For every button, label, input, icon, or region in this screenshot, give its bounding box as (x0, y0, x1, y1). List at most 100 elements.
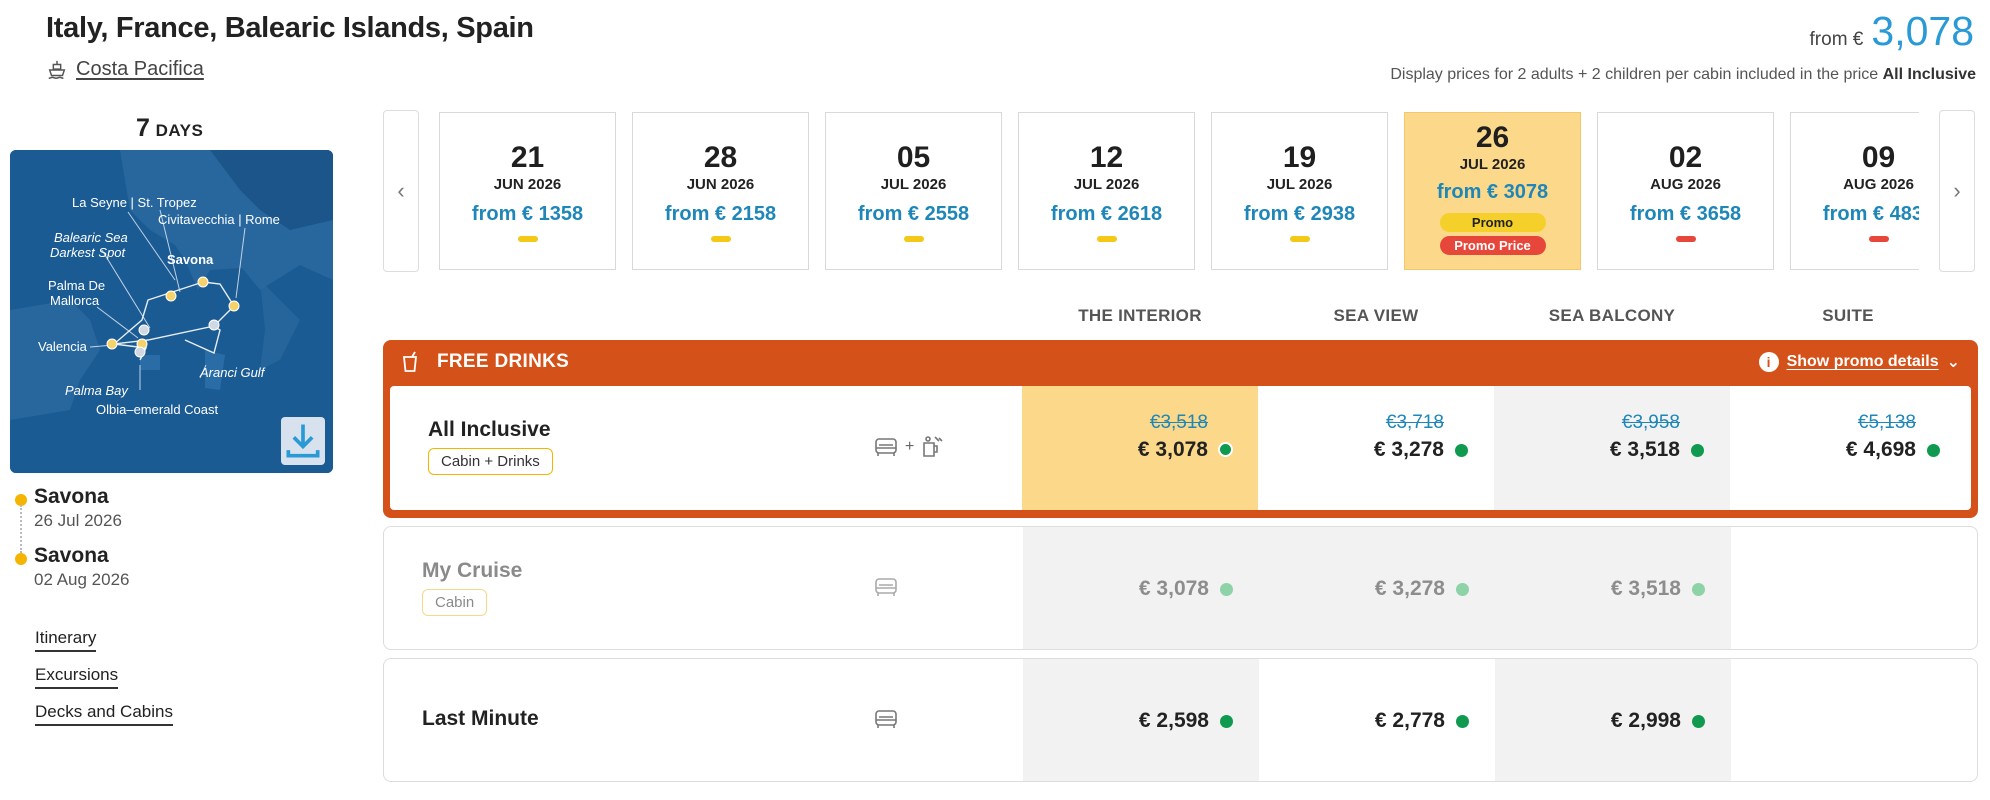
route-connector (20, 505, 22, 553)
availability-bar (1096, 236, 1117, 242)
map-label: Aranci Gulf (199, 365, 266, 380)
arrival-date: 02 Aug 2026 (34, 570, 130, 589)
fare-tag: Cabin (422, 589, 488, 616)
date-month: AUG 2026 (1843, 176, 1914, 193)
plus-sign: + (905, 438, 915, 455)
from-price-label: from € (1809, 29, 1864, 50)
date-day: 05 (896, 141, 931, 174)
from-price: from € 3,078 (1810, 8, 1974, 55)
price-cell-interior[interactable]: € 3,078 (1023, 527, 1259, 649)
map-label: Balearic Sea (54, 230, 128, 245)
fare-inclusions (873, 575, 899, 599)
fare-tag: Cabin + Drinks (428, 448, 553, 475)
column-header-sea-balcony: SEA BALCONY (1548, 306, 1676, 325)
dates-prev-button[interactable]: ‹ (383, 110, 419, 272)
availability-dot-icon (1220, 583, 1233, 596)
fare-row-my-cruise: € 3,078 € 3,278 € 3,518 My Cruise Cabin (383, 526, 1978, 650)
map-label: Civitavecchia | Rome (158, 212, 280, 227)
availability-dot-icon (1927, 444, 1940, 457)
date-price: from € 3658 (1629, 203, 1742, 225)
ship-name[interactable]: Costa Pacifica (76, 58, 204, 81)
date-month: JUN 2026 (493, 176, 562, 193)
page-title: Italy, France, Balearic Islands, Spain (46, 12, 534, 44)
current-price: € 3,078 (1137, 438, 1208, 461)
map-label: Mallorca (50, 293, 100, 308)
date-month: JUN 2026 (686, 176, 755, 193)
availability-dot-icon (1692, 583, 1705, 596)
dates-next-button[interactable]: › (1939, 110, 1975, 272)
availability-dot-icon (1692, 715, 1705, 728)
arrival-port: Savona 02 Aug 2026 (34, 544, 129, 590)
cruise-info-links: Itinerary Excursions Decks and Cabins (35, 628, 173, 739)
map-label: Darkest Spot (50, 245, 127, 260)
date-card-selected[interactable]: 26 JUL 2026 from € 3078 Promo Promo Pric… (1404, 112, 1581, 270)
date-card[interactable]: 05 JUL 2026 from € 2558 (825, 112, 1002, 270)
date-price: from € 3078 (1436, 181, 1549, 203)
old-price: €3,718 (1385, 412, 1444, 433)
date-day: 19 (1282, 141, 1317, 174)
ship-icon (48, 60, 66, 79)
fare-inclusions: + (873, 434, 946, 460)
promo-badge: Promo (1439, 213, 1546, 232)
download-icon (286, 424, 320, 458)
display-prices-note: Display prices for 2 adults + 2 children… (1390, 66, 1976, 84)
price-cell-sea-view[interactable]: € 3,278 (1259, 527, 1495, 649)
date-price: from € 2158 (664, 203, 777, 225)
date-month: JUL 2026 (1459, 156, 1526, 173)
price-cell-interior[interactable]: €3,518 € 3,078 (1022, 386, 1258, 510)
availability-dot-icon (1691, 444, 1704, 457)
date-card[interactable]: 28 JUN 2026 from € 2158 (632, 112, 809, 270)
arrival-port-name: Savona (34, 544, 109, 567)
price-cell-sea-balcony[interactable]: €3,958 € 3,518 (1494, 386, 1730, 510)
old-price: €3,958 (1621, 412, 1680, 433)
price-cell-suite[interactable]: €5,138 € 4,698 (1730, 386, 1966, 510)
date-card[interactable]: 09 AUG 2026 from € 4838 (1790, 112, 1919, 270)
date-card[interactable]: 12 JUL 2026 from € 2618 (1018, 112, 1195, 270)
date-price: from € 2618 (1050, 203, 1163, 225)
display-note-fare: All Inclusive (1882, 66, 1976, 83)
current-price: € 3,078 (1138, 577, 1209, 600)
availability-bar (517, 236, 538, 242)
price-cell-sea-view[interactable]: € 2,778 (1259, 659, 1495, 781)
fare-row-all-inclusive: €3,518 € 3,078 €3,718 € 3,278 €3,958 € 3… (390, 386, 1971, 510)
fare-row-last-minute: € 2,598 € 2,778 € 2,998 Last Minute (383, 658, 1978, 782)
promo-header: FREE DRINKS (383, 340, 1978, 384)
fare-name: Last Minute (422, 707, 539, 730)
date-month: JUL 2026 (1073, 176, 1140, 193)
availability-dot-icon (1220, 715, 1233, 728)
date-card[interactable]: 19 JUL 2026 from € 2938 (1211, 112, 1388, 270)
ship-link[interactable]: Costa Pacifica (46, 58, 204, 81)
cruise-duration: 7 DAYS (136, 114, 203, 143)
availability-dot-icon (1218, 442, 1233, 457)
fare-name: My Cruise (422, 559, 523, 582)
drink-cup-icon (402, 351, 418, 372)
decks-and-cabins-link[interactable]: Decks and Cabins (35, 702, 173, 726)
price-cell-sea-view[interactable]: €3,718 € 3,278 (1258, 386, 1494, 510)
column-header-interior: THE INTERIOR (1078, 306, 1202, 325)
promo-details-text[interactable]: Show promo details (1787, 353, 1939, 371)
download-map-button[interactable] (281, 417, 325, 465)
current-price: € 4,698 (1845, 438, 1916, 461)
fare-name: All Inclusive (428, 418, 551, 441)
date-price: from € 4838 (1822, 203, 1919, 225)
drinks-icon (923, 436, 943, 457)
bed-icon (875, 578, 897, 596)
column-header-suite: SUITE (1822, 306, 1874, 325)
price-cell-interior[interactable]: € 2,598 (1023, 659, 1259, 781)
current-price: € 2,598 (1138, 709, 1209, 732)
price-cell-sea-balcony[interactable]: € 2,998 (1495, 659, 1731, 781)
days-number: 7 (136, 114, 151, 142)
date-month: AUG 2026 (1650, 176, 1721, 193)
show-promo-details-link[interactable]: i Show promo details ⌄ (1758, 352, 1960, 372)
date-price: from € 2938 (1243, 203, 1356, 225)
map-label: Olbia–emerald Coast (96, 402, 219, 417)
date-day: 12 (1089, 141, 1124, 174)
departure-port-name: Savona (34, 485, 109, 508)
date-card[interactable]: 21 JUN 2026 from € 1358 (439, 112, 616, 270)
excursions-link[interactable]: Excursions (35, 665, 119, 689)
current-price: € 2,778 (1374, 709, 1445, 732)
itinerary-link[interactable]: Itinerary (35, 628, 97, 652)
date-card[interactable]: 02 AUG 2026 from € 3658 (1597, 112, 1774, 270)
price-cell-sea-balcony[interactable]: € 3,518 (1495, 527, 1731, 649)
map-label: Savona (167, 252, 214, 267)
